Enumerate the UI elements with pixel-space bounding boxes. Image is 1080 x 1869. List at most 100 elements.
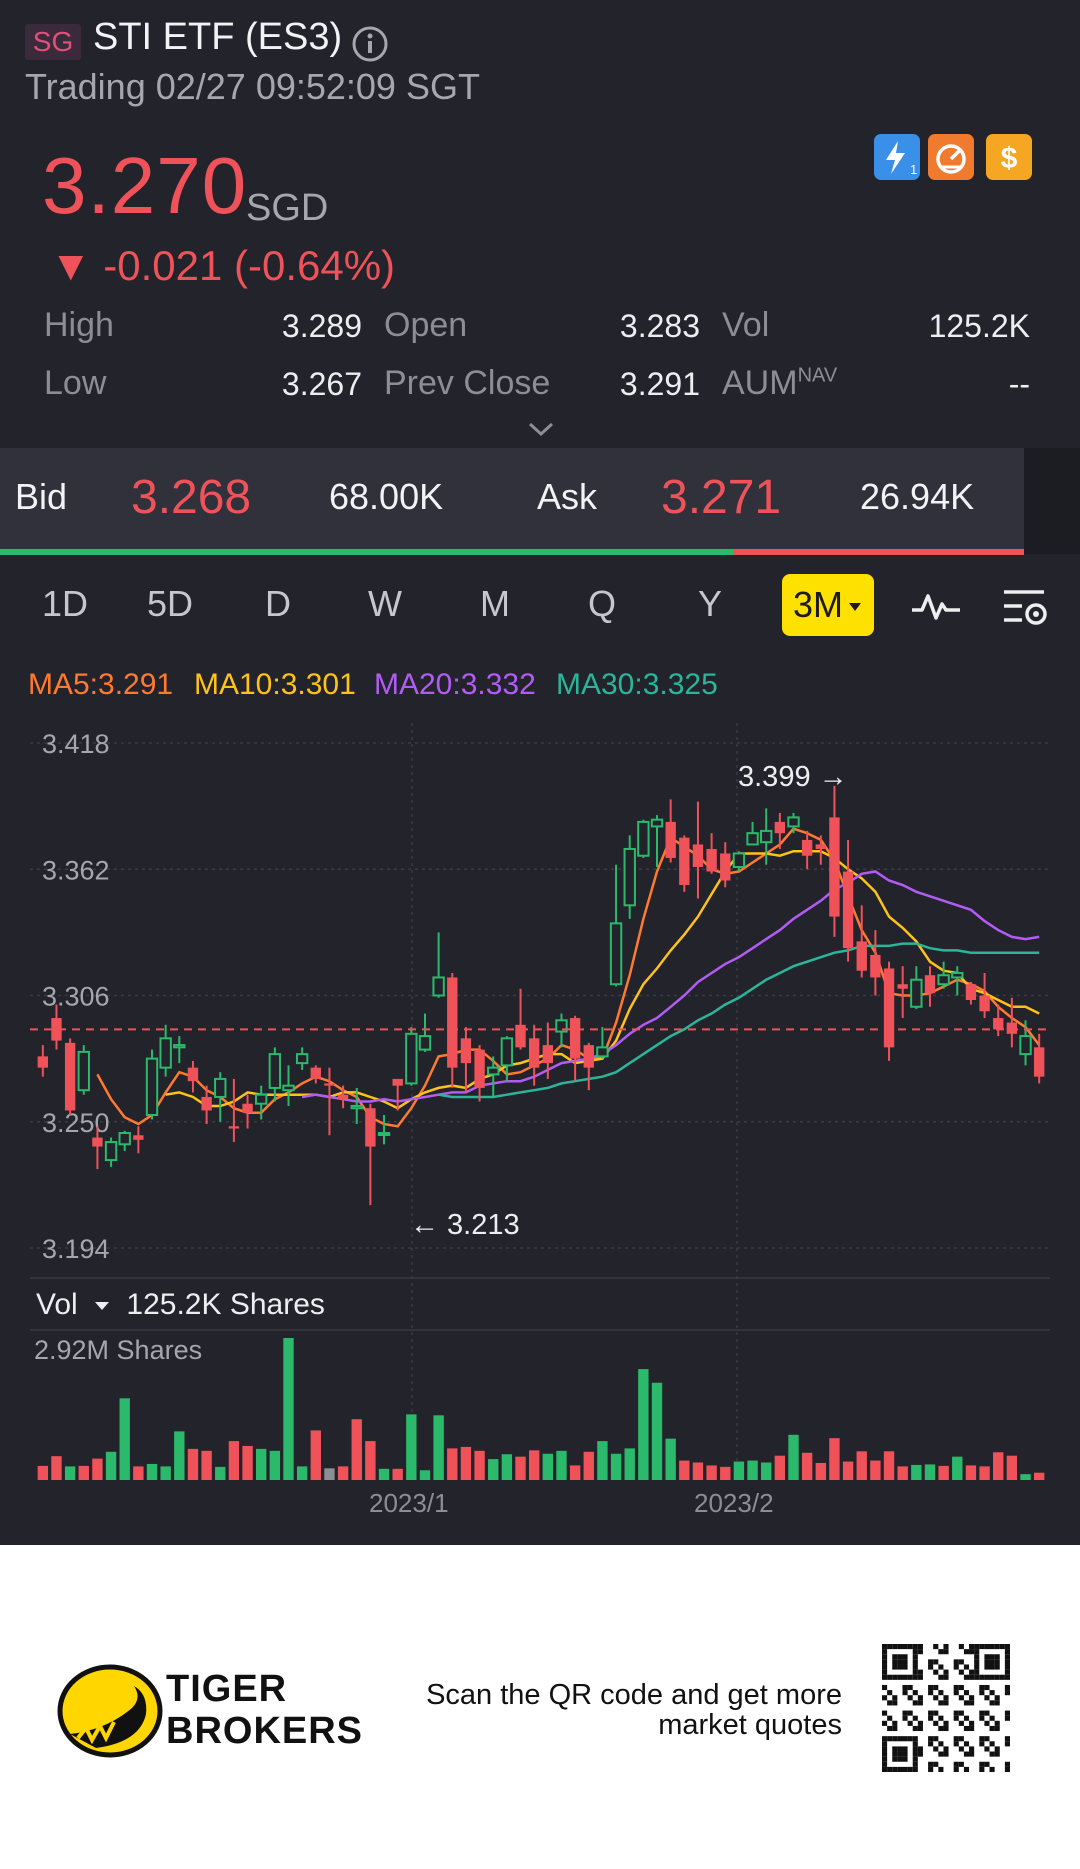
qr-module — [979, 1715, 985, 1721]
qr-module — [928, 1710, 934, 1716]
tab-5d[interactable]: 5D — [135, 583, 205, 625]
qr-module — [897, 1644, 903, 1650]
y-tick-label: 3.194 — [42, 1234, 110, 1264]
volume-bar — [119, 1398, 130, 1480]
qr-module — [969, 1695, 975, 1701]
qr-module — [938, 1649, 944, 1655]
candle — [282, 1065, 295, 1106]
qr-module — [928, 1690, 934, 1696]
volume-bar — [296, 1466, 308, 1480]
tab-d[interactable]: D — [243, 583, 313, 625]
qr-module — [984, 1720, 990, 1726]
candle — [774, 812, 786, 849]
qr-module — [984, 1654, 990, 1660]
qr-module — [958, 1695, 964, 1701]
candle-body — [405, 1032, 418, 1085]
candle-body — [787, 816, 800, 828]
qr-module — [897, 1751, 903, 1757]
qr-module — [933, 1761, 939, 1767]
prev-close-value: 3.291 — [619, 366, 700, 402]
qr-code[interactable] — [882, 1644, 1010, 1777]
tab-q[interactable]: Q — [567, 583, 637, 625]
candle-body — [746, 832, 759, 846]
qr-module — [953, 1715, 959, 1721]
candle — [214, 1072, 227, 1122]
volume-header[interactable]: Vol 125.2K Shares — [36, 1288, 325, 1322]
tab-w[interactable]: W — [350, 583, 420, 625]
candle-body — [64, 1042, 76, 1111]
qr-module — [882, 1644, 888, 1650]
volume-bar — [187, 1448, 199, 1480]
app-root: SG STI ETF (ES3) Trading 02/27 09:52:09 … — [0, 0, 1080, 1869]
chart-settings-icon[interactable] — [1000, 586, 1050, 635]
qr-module — [994, 1725, 1000, 1732]
qr-module — [917, 1674, 923, 1680]
candle — [310, 1065, 321, 1084]
volume-bar — [583, 1451, 594, 1480]
qr-module — [897, 1664, 903, 1670]
volume-bar — [624, 1448, 635, 1480]
candle-body — [1019, 1035, 1032, 1056]
candle — [405, 1027, 418, 1086]
qr-module — [892, 1700, 898, 1706]
qr-module — [882, 1741, 888, 1747]
candle-body — [92, 1137, 103, 1147]
candle — [460, 1027, 472, 1093]
candle-body — [637, 820, 650, 857]
volume-bar — [406, 1414, 417, 1480]
qr-module — [953, 1741, 959, 1747]
qr-module — [989, 1751, 995, 1757]
candle — [447, 972, 458, 1088]
qr-module — [994, 1746, 1000, 1752]
qr-module — [907, 1674, 913, 1680]
ask-ratio-bar — [733, 549, 1024, 555]
qr-module — [882, 1669, 888, 1675]
candle-body — [145, 1057, 159, 1116]
candle-body — [692, 844, 704, 867]
promo-line1: Scan the QR code and get more — [426, 1679, 842, 1711]
qr-module — [933, 1720, 939, 1726]
candle — [679, 835, 690, 892]
volume-bar — [447, 1448, 458, 1480]
ask-size: 26.94K — [860, 476, 975, 517]
candle — [801, 830, 813, 870]
candle — [842, 839, 854, 962]
candle — [910, 966, 923, 1010]
indicator-wave-icon[interactable] — [910, 586, 962, 631]
tab-3m[interactable]: 3M — [782, 574, 874, 636]
volume-bar — [870, 1460, 881, 1480]
volume-bar — [528, 1450, 540, 1480]
bid-price: 3.268 — [131, 471, 252, 524]
tab-1d[interactable]: 1D — [30, 583, 100, 625]
qr-module — [1004, 1674, 1010, 1680]
tiger-logo — [56, 1664, 164, 1763]
qr-module — [1004, 1654, 1010, 1660]
qr-module — [917, 1746, 923, 1752]
qr-module — [953, 1710, 959, 1716]
qr-module — [882, 1720, 888, 1726]
qr-module — [907, 1736, 913, 1742]
candle — [528, 1024, 540, 1086]
qr-module — [907, 1710, 913, 1716]
candle-body — [897, 984, 908, 989]
candle — [295, 1047, 309, 1070]
qr-module — [979, 1674, 985, 1680]
candle — [133, 1126, 144, 1154]
info-icon[interactable] — [350, 24, 390, 69]
expand-chevron-icon[interactable] — [526, 420, 556, 443]
qr-module — [958, 1710, 964, 1716]
volume-bar — [720, 1466, 731, 1480]
low-value: 3.267 — [281, 366, 362, 402]
speedometer-icon[interactable] — [928, 134, 974, 180]
qr-module — [943, 1669, 949, 1675]
dollar-icon[interactable]: $ — [986, 134, 1032, 180]
lightning-level-1-icon[interactable]: 1 — [874, 134, 920, 180]
tab-m[interactable]: M — [460, 583, 530, 625]
volume-bar — [160, 1466, 171, 1480]
candlestick-chart[interactable]: 3.418 3.362 3.306 3.250 3.194 3.399 → ← 3.21… — [0, 700, 1080, 1520]
candle — [706, 833, 717, 874]
tab-y[interactable]: Y — [675, 583, 745, 625]
volume-bar — [310, 1430, 321, 1480]
high-annotation: 3.399 → — [738, 761, 848, 793]
volume-bar — [801, 1452, 813, 1480]
